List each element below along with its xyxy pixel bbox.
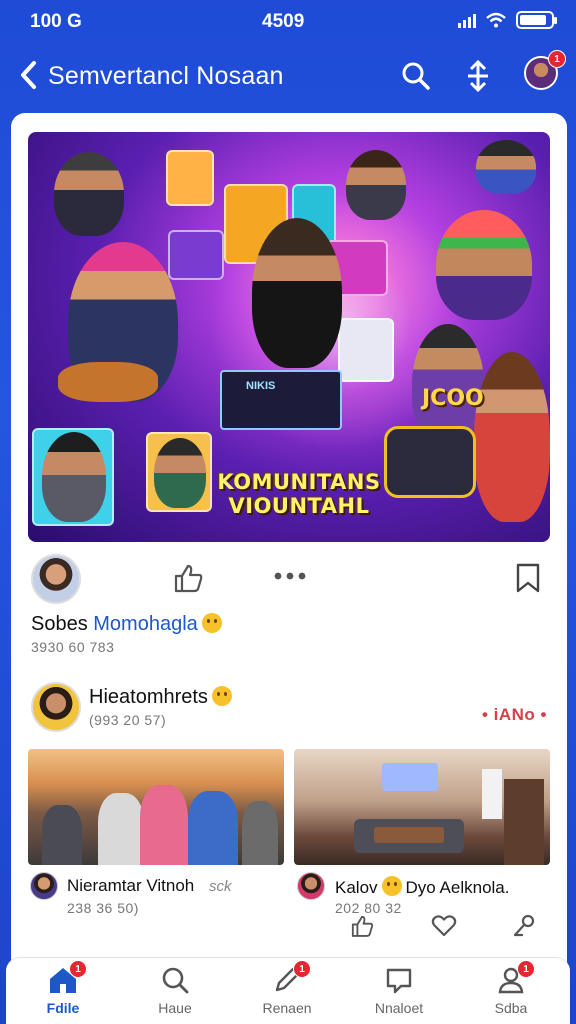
wifi-icon	[486, 12, 506, 28]
like-icon[interactable]	[171, 561, 205, 595]
more-options-icon[interactable]	[273, 569, 307, 583]
nav-label: Sdba	[494, 1000, 528, 1016]
nav-label: Haue	[158, 1000, 192, 1016]
smile-emoji-icon	[211, 686, 232, 706]
boombox	[384, 426, 476, 498]
heart-icon[interactable]	[431, 914, 457, 938]
page-title: Semvertancl Nosaan	[48, 62, 284, 90]
floating-tile	[338, 318, 394, 382]
dancer-person	[474, 352, 550, 522]
post2-author[interactable]: Hieatomhrets	[89, 686, 232, 709]
thumb-like-icon[interactable]	[349, 913, 375, 939]
laptop: NIKIS	[220, 370, 342, 430]
nav-badge: 1	[293, 960, 311, 978]
smile-emoji-icon	[381, 876, 402, 896]
thumbnail-left[interactable]	[28, 749, 284, 865]
post2-tag: • iANo •	[481, 705, 547, 724]
person-top-mid	[346, 150, 406, 220]
left-thumb-meta: 238 36 50)	[67, 900, 139, 916]
thumbnail-right[interactable]	[294, 749, 550, 865]
person-bottom-mid	[154, 438, 206, 508]
post1-meta: 3930 60 783	[31, 639, 115, 655]
hero-image[interactable]: NIKIS JCOO KOMUNITANS VIOUNTAHL	[28, 132, 550, 542]
nav-badge: 1	[69, 960, 87, 978]
nav-profile[interactable]: 1 Sdba	[466, 960, 556, 1022]
nav-label: Fdile	[46, 1000, 80, 1016]
nav-home[interactable]: 1 Fdile	[18, 960, 108, 1022]
profile-avatar[interactable]: 1	[524, 50, 566, 90]
jooo-sign: JCOO	[422, 386, 484, 411]
table	[374, 827, 444, 843]
shelf	[504, 779, 544, 865]
message-icon	[386, 968, 412, 994]
person-top-right	[476, 140, 536, 194]
signal-icon	[458, 12, 476, 28]
author-avatar[interactable]	[31, 554, 81, 604]
feed-card: NIKIS JCOO KOMUNITANS VIOUNTAHL Sobes Mo…	[11, 113, 567, 1013]
nav-label: Nnaloet	[374, 1000, 424, 1016]
person-bottom-left	[42, 432, 106, 522]
nav-create[interactable]: 1 Renaen	[242, 960, 332, 1022]
person-top-left	[54, 152, 124, 236]
nav-messages[interactable]: Nnaloet	[354, 964, 444, 1022]
status-time: 100 G	[30, 11, 82, 32]
back-arrow-icon[interactable]	[16, 58, 44, 92]
status-icons	[458, 11, 557, 29]
floating-tile	[166, 150, 214, 206]
left-thumb-avatar[interactable]	[30, 872, 58, 900]
left-thumb-name[interactable]: Nieramtar Vitnoh sck	[67, 876, 231, 896]
status-bar: 100 G 4509	[0, 0, 576, 44]
battery-icon	[516, 11, 557, 29]
sort-icon[interactable]	[460, 58, 496, 94]
share-icon[interactable]	[511, 913, 537, 939]
nav-label: Renaen	[262, 1000, 312, 1016]
post2-avatar[interactable]	[31, 682, 81, 732]
guitar	[58, 362, 158, 402]
tv-screen	[382, 763, 438, 791]
floating-tile	[168, 230, 224, 280]
notification-badge: 1	[548, 50, 566, 68]
post2-meta: (993 20 57)	[89, 712, 167, 728]
app-header: Semvertancl Nosaan 1	[0, 50, 576, 102]
right-thumb-name[interactable]: Kalov Dyo Aelknola.	[335, 876, 509, 898]
post1-author[interactable]: Sobes Momohagla	[31, 613, 222, 636]
center-person	[252, 218, 342, 368]
costume-person	[436, 210, 532, 320]
search-icon	[162, 967, 189, 994]
status-center-text: 4509	[262, 11, 305, 32]
bookmark-icon[interactable]	[513, 562, 543, 594]
bottom-nav: 1 Fdile Haue 1 Renaen Nnaloet 1 Sdba	[6, 957, 570, 1024]
hero-caption: KOMUNITANS VIOUNTAHL	[217, 470, 381, 518]
right-thumb-avatar[interactable]	[297, 872, 325, 900]
nav-badge: 1	[517, 960, 535, 978]
smile-emoji-icon	[201, 613, 222, 633]
nav-search[interactable]: Haue	[130, 964, 220, 1022]
search-icon[interactable]	[398, 58, 434, 94]
battery-fill	[520, 15, 546, 25]
